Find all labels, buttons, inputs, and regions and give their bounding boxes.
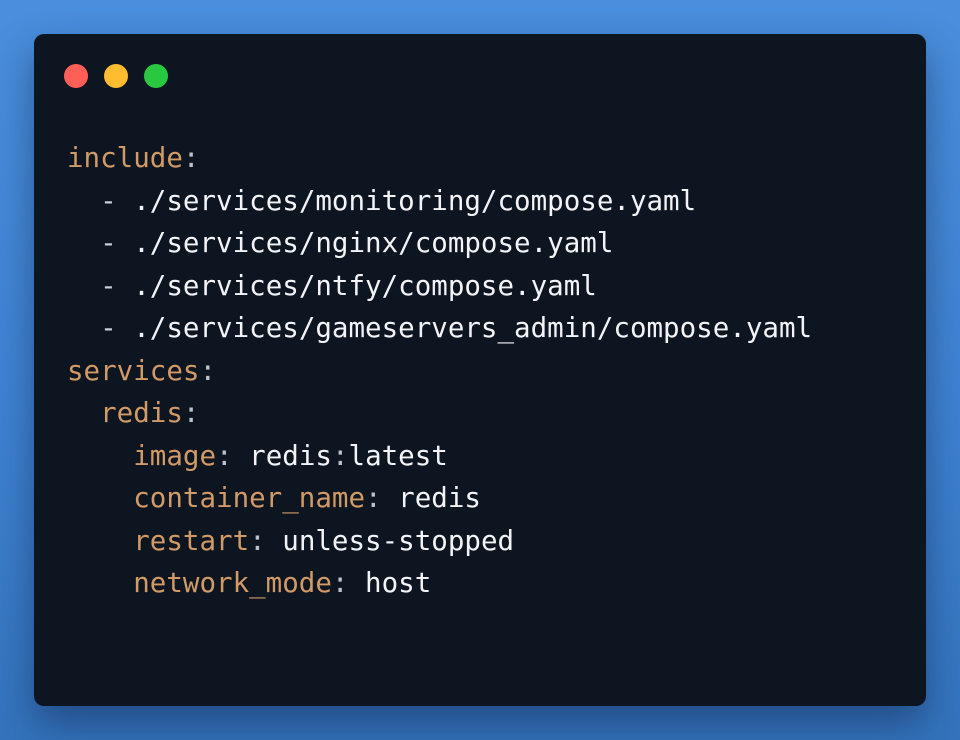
yaml-value: host — [365, 567, 432, 599]
yaml-list-value: ./services/monitoring/compose.yaml — [133, 184, 697, 217]
code-line-include-item: - ./services/monitoring/compose.yaml — [100, 184, 697, 217]
window-controls — [64, 64, 168, 88]
yaml-list-value: ./services/ntfy/compose.yaml — [133, 269, 597, 302]
yaml-key: image — [133, 439, 217, 472]
yaml-key: include — [67, 142, 183, 174]
code-line-include-item: - ./services/gameservers_admin/compose.y… — [100, 312, 813, 344]
code-line-property: network_mode: host — [133, 567, 432, 599]
yaml-key: network_mode — [133, 567, 332, 599]
yaml-key: container_name — [133, 482, 366, 514]
close-button[interactable] — [64, 64, 88, 88]
maximize-button[interactable] — [144, 64, 168, 88]
yaml-value: unless-stopped — [282, 524, 515, 557]
yaml-value: redis — [249, 439, 332, 472]
code-line-property: restart: unless-stopped — [133, 524, 515, 557]
yaml-value: redis — [398, 482, 481, 514]
yaml-list-value: ./services/nginx/compose.yaml — [133, 227, 614, 259]
code-line-property: image: redis:latest — [133, 439, 448, 472]
code-line-services: services: — [67, 354, 217, 387]
yaml-key: services — [67, 354, 200, 387]
code-window: include: - ./services/monitoring/compose… — [34, 34, 926, 706]
code-line-service-name: redis: — [100, 397, 200, 429]
yaml-value: latest — [348, 439, 448, 472]
code-block: include: - ./services/monitoring/compose… — [67, 137, 812, 605]
code-line-property: container_name: redis — [133, 482, 481, 514]
code-line-include-item: - ./services/ntfy/compose.yaml — [100, 269, 597, 302]
minimize-button[interactable] — [104, 64, 128, 88]
code-line-include: include: — [67, 142, 200, 174]
yaml-key: restart — [133, 524, 250, 557]
yaml-key: redis — [100, 397, 183, 429]
yaml-list-value: ./services/gameservers_admin/compose.yam… — [133, 312, 813, 344]
yaml-value-separator: : — [331, 439, 349, 472]
code-line-include-item: - ./services/nginx/compose.yaml — [100, 227, 614, 259]
